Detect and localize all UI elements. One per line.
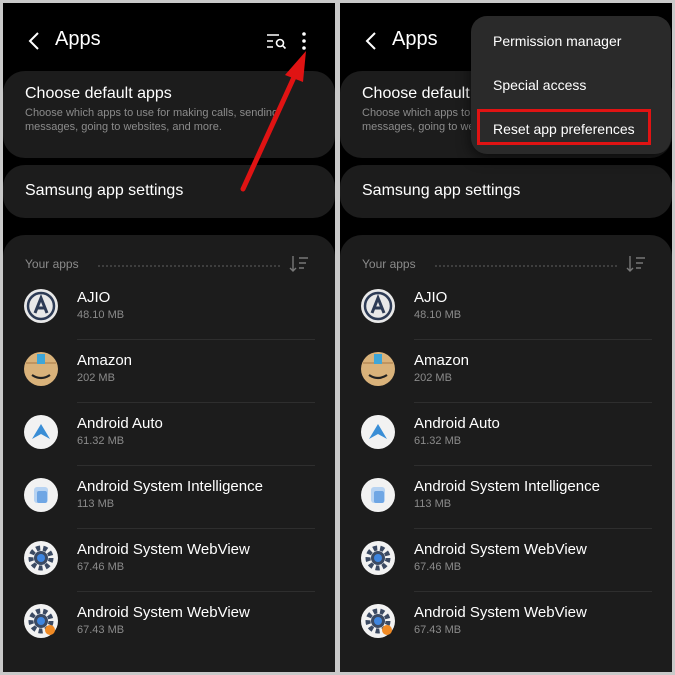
samsung-app-settings-card[interactable]: Samsung app settings xyxy=(340,165,672,218)
app-size: 67.43 MB xyxy=(414,624,462,636)
card-title: Samsung app settings xyxy=(362,182,521,199)
app-name: Android Auto xyxy=(414,415,500,432)
app-size: 67.43 MB xyxy=(77,624,125,636)
app-size: 61.32 MB xyxy=(414,435,462,447)
app-size: 202 MB xyxy=(414,372,452,384)
app-name: Android System WebView xyxy=(414,604,587,621)
android-auto-icon xyxy=(361,415,395,449)
app-name: AJIO xyxy=(414,289,448,306)
app-size: 202 MB xyxy=(77,372,115,384)
app-name: Android System Intelligence xyxy=(414,478,600,495)
your-apps-card: Your apps AJIO 48.10 MB Amazon 202 MB An… xyxy=(340,235,672,672)
choose-default-apps-card[interactable]: Choose default apps Choose which apps to… xyxy=(3,71,335,158)
app-row[interactable]: Android System Intelligence 113 MB xyxy=(3,466,335,529)
sort-icon[interactable] xyxy=(288,254,310,274)
back-arrow-icon[interactable] xyxy=(362,29,382,53)
card-subtitle: Choose which apps to use for making call… xyxy=(25,107,279,133)
gear-icon xyxy=(361,541,395,575)
search-list-icon[interactable] xyxy=(265,31,289,51)
app-name: AJIO xyxy=(77,289,111,306)
section-label: Your apps xyxy=(25,257,79,271)
app-row[interactable]: Android Auto 61.32 MB xyxy=(340,403,672,466)
screen-left: Apps Choose default apps Choose which ap… xyxy=(3,3,335,672)
card-title: Choose default apps xyxy=(25,85,172,102)
app-size: 67.46 MB xyxy=(414,561,462,573)
ajio-icon xyxy=(24,289,58,323)
page-title: Apps xyxy=(55,28,101,50)
ajio-icon xyxy=(361,289,395,323)
dotted-divider xyxy=(435,265,617,267)
app-name: Android System WebView xyxy=(77,604,250,621)
asi-icon xyxy=(24,478,58,512)
screen-right: Apps Choose default apps Choose which ap… xyxy=(340,3,672,672)
app-row[interactable]: AJIO 48.10 MB xyxy=(3,277,335,340)
app-name: Amazon xyxy=(414,352,470,369)
dotted-divider xyxy=(98,265,280,267)
card-title: Samsung app settings xyxy=(25,182,184,199)
app-size: 113 MB xyxy=(414,498,452,510)
menu-item-permission-manager[interactable]: Permission manager xyxy=(493,33,621,49)
app-name: Android System Intelligence xyxy=(77,478,263,495)
sort-icon[interactable] xyxy=(625,254,647,274)
asi-icon xyxy=(361,478,395,512)
section-label: Your apps xyxy=(362,257,416,271)
app-row[interactable]: Amazon 202 MB xyxy=(3,340,335,403)
page-title: Apps xyxy=(392,28,438,50)
app-row[interactable]: Android System WebView 67.46 MB xyxy=(340,529,672,592)
samsung-app-settings-card[interactable]: Samsung app settings xyxy=(3,165,335,218)
more-options-icon[interactable] xyxy=(298,29,310,53)
app-row[interactable]: AJIO 48.10 MB xyxy=(340,277,672,340)
app-name: Amazon xyxy=(77,352,133,369)
app-size: 113 MB xyxy=(77,498,115,510)
menu-item-special-access[interactable]: Special access xyxy=(493,77,586,93)
android-auto-icon xyxy=(24,415,58,449)
app-name: Android Auto xyxy=(77,415,163,432)
gear-icon xyxy=(361,604,395,638)
app-size: 48.10 MB xyxy=(77,309,125,321)
app-row[interactable]: Android System WebView 67.43 MB xyxy=(340,592,672,655)
amazon-icon xyxy=(24,352,58,386)
app-row[interactable]: Amazon 202 MB xyxy=(340,340,672,403)
app-row[interactable]: Android System Intelligence 113 MB xyxy=(340,466,672,529)
amazon-icon xyxy=(361,352,395,386)
app-row[interactable]: Android Auto 61.32 MB xyxy=(3,403,335,466)
app-row[interactable]: Android System WebView 67.43 MB xyxy=(3,592,335,655)
gear-icon xyxy=(24,604,58,638)
app-size: 48.10 MB xyxy=(414,309,462,321)
app-bar: Apps xyxy=(3,3,335,79)
app-size: 67.46 MB xyxy=(77,561,125,573)
app-name: Android System WebView xyxy=(414,541,587,558)
gear-icon xyxy=(24,541,58,575)
app-name: Android System WebView xyxy=(77,541,250,558)
app-row[interactable]: Android System WebView 67.46 MB xyxy=(3,529,335,592)
app-size: 61.32 MB xyxy=(77,435,125,447)
your-apps-card: Your apps AJIO 48.10 MB Amazon 202 MB An… xyxy=(3,235,335,672)
red-highlight-box xyxy=(477,109,651,145)
back-arrow-icon[interactable] xyxy=(25,29,45,53)
